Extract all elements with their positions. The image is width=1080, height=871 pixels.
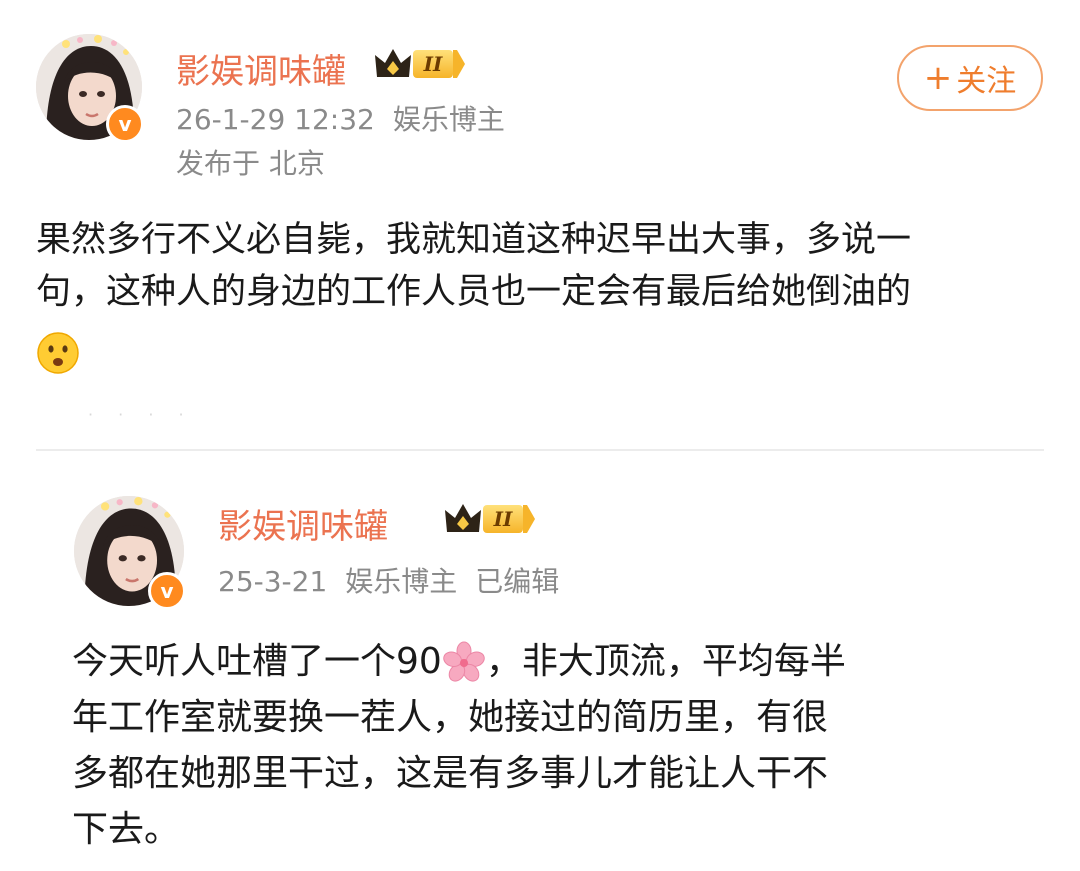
chevron-right-icon	[523, 505, 535, 533]
member-crown-icon: II	[443, 502, 535, 536]
divider	[36, 449, 1044, 451]
quoted-text-line: 年工作室就要换一茬人，她接过的简历里，有很	[72, 697, 829, 738]
post-time: 25-3-21	[218, 565, 328, 598]
quoted-text-line: 多都在她那里干过，这是有多事儿才能让人干不	[72, 753, 829, 794]
cherry-blossom-emoji-icon	[443, 641, 485, 682]
quoted-text-segment: 今天听人吐槽了一个90	[72, 641, 442, 682]
frowning-face-emoji-icon	[37, 332, 79, 374]
verified-badge-icon: v	[106, 105, 144, 143]
username[interactable]: 影娱调味罐	[176, 44, 346, 93]
post-time: 26-1-29 12:32	[176, 103, 375, 136]
crown-icon	[445, 504, 481, 532]
follow-label: 关注	[956, 64, 1017, 99]
post-location: 发布于 北京	[176, 147, 325, 180]
faded-action-bar: · · · ·	[88, 405, 194, 424]
username[interactable]: 影娱调味罐	[218, 499, 388, 548]
quoted-text-line: 下去。	[72, 809, 181, 850]
post-text-line: 句，这种人的身边的工作人员也一定会有最后给她倒油的	[36, 272, 912, 312]
quoted-text-segment: ，非大顶流，平均每半	[485, 641, 846, 682]
post-meta: 25-3-21 娱乐博主 已编辑	[218, 560, 577, 600]
post-meta: 26-1-29 12:32 娱乐博主	[176, 98, 523, 138]
member-level: II	[483, 505, 523, 533]
quoted-post[interactable]: v 影娱调味罐 II 25-3-21 娱乐博主已编辑 今天听人吐槽了一个90	[0, 452, 1080, 871]
post-text: 果然多行不义必自毙，我就知道这种迟早出大事，多说一 句，这种人的身边的工作人员也…	[36, 214, 1046, 378]
crown-icon	[375, 49, 411, 77]
verified-badge-icon: v	[148, 572, 186, 610]
post-text-line: 果然多行不义必自毙，我就知道这种迟早出大事，多说一	[36, 220, 912, 260]
member-crown-icon: II	[373, 47, 465, 81]
plus-icon: +	[923, 58, 953, 98]
account-tag: 娱乐博主	[345, 565, 458, 598]
follow-button[interactable]: + 关注	[897, 45, 1043, 111]
member-level: II	[413, 50, 453, 78]
quoted-text: 今天听人吐槽了一个90 ，非大顶流，平均每半 年工作室就要换一茬人，她接过的简历…	[72, 634, 1032, 858]
weibo-post: v 影娱调味罐 II 26-1-29 12:32 娱乐博主 发布于 北京 + 关注…	[0, 0, 1080, 430]
account-tag: 娱乐博主	[392, 103, 505, 136]
chevron-right-icon	[453, 50, 465, 78]
edited-label: 已编辑	[475, 565, 560, 598]
